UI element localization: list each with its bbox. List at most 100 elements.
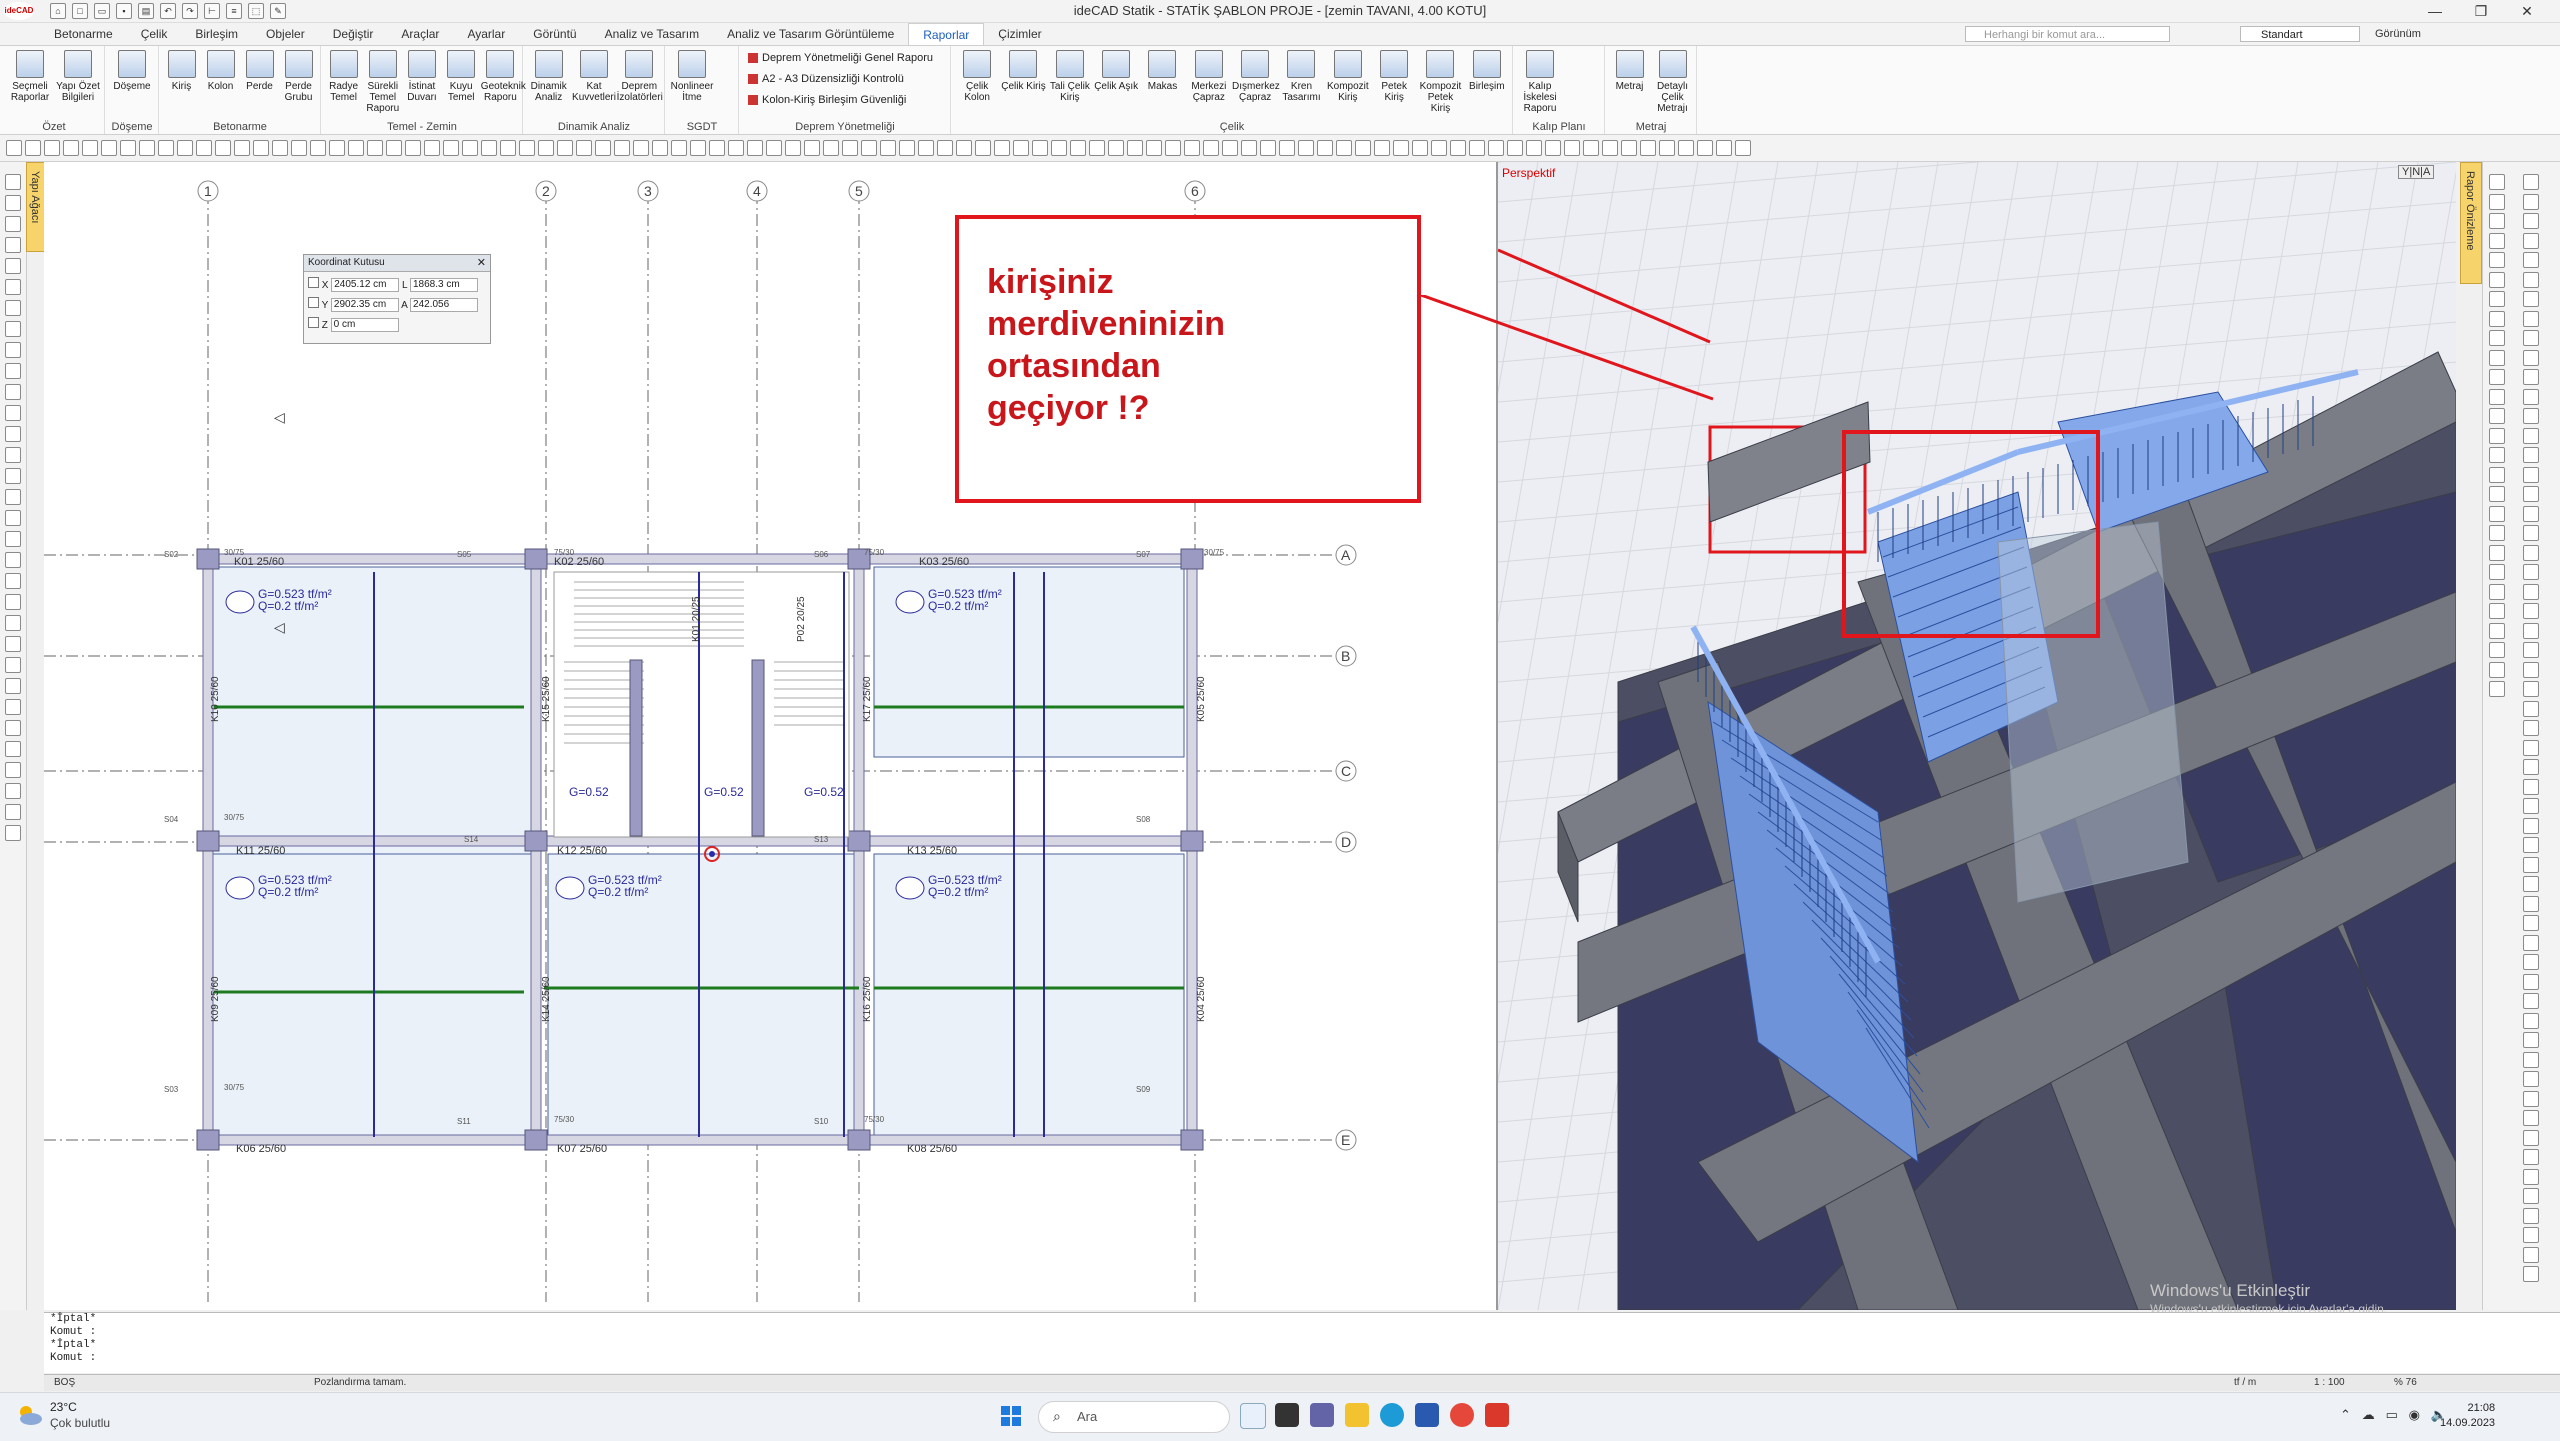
drawing-tool-icon[interactable] [652,140,668,156]
left-tool-icon[interactable] [5,678,21,694]
ribbon-button-9-1[interactable]: Detaylı Çelik Metrajı [1651,50,1694,114]
right-tool-icon[interactable] [2523,1246,2539,1263]
weather-temperature[interactable]: 23°C [50,1400,77,1414]
coord-x-field[interactable]: 2405.12 cm [331,278,400,293]
ribbon-button-7-11[interactable]: Birleşim [1464,50,1510,92]
left-tool-icon[interactable] [5,216,21,232]
right-tool-icon[interactable] [2523,973,2539,990]
left-tool-icon[interactable] [5,825,21,841]
right-tool-icon[interactable] [2489,505,2505,522]
drawing-tool-icon[interactable] [1621,140,1637,156]
drawing-tool-icon[interactable] [1089,140,1105,156]
right-tool-icon[interactable] [2523,798,2539,814]
right-tool-icon[interactable] [2489,583,2505,600]
right-tool-icon[interactable] [2489,291,2505,307]
left-tool-icon[interactable] [5,279,21,295]
right-tool-icon[interactable] [2523,310,2539,327]
right-tool-icon[interactable] [2523,1071,2539,1087]
drawing-tool-icon[interactable] [1013,140,1029,156]
ribbon-button-8-0[interactable]: Kalıp İskelesi Raporu [1516,50,1564,114]
chat-app-icon[interactable] [1240,1403,1266,1429]
right-tool-icon[interactable] [2489,622,2505,639]
clock[interactable]: 21:08 14.09.2023 [2440,1401,2495,1431]
ribbon-button-7-0[interactable]: Çelik Kolon [954,50,1000,103]
drawing-tool-icon[interactable] [500,140,516,156]
close-button[interactable]: ✕ [2504,0,2550,22]
drawing-tool-icon[interactable] [139,140,155,156]
drawing-tool-icon[interactable] [120,140,136,156]
right-tool-icon[interactable] [2489,661,2505,678]
right-tool-icon[interactable] [2523,1051,2539,1068]
tab-0[interactable]: Betonarme [40,23,127,45]
drawing-tool-icon[interactable] [1146,140,1162,156]
right-tool-icon[interactable] [2489,193,2505,210]
drawing-tool-icon[interactable] [177,140,193,156]
right-tool-icon[interactable] [2523,700,2539,717]
tab-10[interactable]: Raporlar [908,23,985,45]
right-tool-icon[interactable] [2523,1032,2539,1048]
right-tool-icon[interactable] [2523,291,2539,307]
drawing-tool-icon[interactable] [1507,140,1523,156]
status-zoom[interactable]: % 76 [2394,1377,2417,1388]
drawing-tool-icon[interactable] [424,140,440,156]
right-tool-icon[interactable] [2523,1149,2539,1165]
ribbon-button-9-0[interactable]: Metraj [1608,50,1651,92]
drawing-tool-icon[interactable] [405,140,421,156]
command-line[interactable]: *İptal* Komut : *İptal* Komut : [44,1312,2560,1373]
ribbon-button-3-0[interactable]: Radye Temel [324,50,363,103]
drawing-tool-icon[interactable] [766,140,782,156]
drawing-tool-icon[interactable] [25,140,41,156]
drawing-tool-icon[interactable] [1241,140,1257,156]
right-tool-icon[interactable] [2489,681,2505,697]
drawing-tool-icon[interactable] [1298,140,1314,156]
right-tool-icon[interactable] [2523,993,2539,1009]
drawing-tool-icon[interactable] [1412,140,1428,156]
drawing-tool-icon[interactable] [538,140,554,156]
system-tray[interactable]: ⌃ ☁ ▭ ◉ 🔈 [2340,1407,2447,1423]
lock-z-checkbox[interactable] [308,317,319,328]
drawing-tool-icon[interactable] [671,140,687,156]
right-tool-icon[interactable] [2489,349,2505,366]
ribbon-button-1-0[interactable]: Döşeme [108,50,156,92]
drawing-tool-icon[interactable] [1431,140,1447,156]
tab-1[interactable]: Çelik [127,23,182,45]
weather-icon[interactable] [14,1401,44,1429]
right-tool-icon[interactable] [2523,505,2539,522]
left-tool-icon[interactable] [5,237,21,253]
right-tool-icon[interactable] [2523,583,2539,600]
drawing-tool-icon[interactable] [937,140,953,156]
drawing-tool-icon[interactable] [1564,140,1580,156]
right-tool-icon[interactable] [2523,661,2539,678]
right-tool-icon[interactable] [2523,388,2539,405]
right-tool-icon[interactable] [2523,778,2539,795]
left-tool-icon[interactable] [5,384,21,400]
drawing-tool-icon[interactable] [823,140,839,156]
right-tool-icon[interactable] [2523,1110,2539,1126]
drawing-tool-icon[interactable] [1526,140,1542,156]
right-tool-icon[interactable] [2523,369,2539,385]
right-tool-icon[interactable] [2523,349,2539,366]
drawing-tool-icon[interactable] [899,140,915,156]
right-tool-icon[interactable] [2489,642,2505,658]
right-tool-icon[interactable] [2489,252,2505,268]
drawing-tool-icon[interactable] [728,140,744,156]
drawing-tool-icon[interactable] [1165,140,1181,156]
ribbon-button-7-5[interactable]: Merkezi Çapraz [1186,50,1232,103]
drawing-tool-icon[interactable] [747,140,763,156]
ribbon-button-2-2[interactable]: Perde [240,50,279,92]
right-tool-icon[interactable] [2523,1266,2539,1282]
right-tool-icon[interactable] [2489,525,2505,541]
left-tool-icon[interactable] [5,636,21,652]
left-tool-icon[interactable] [5,720,21,736]
right-tool-icon[interactable] [2523,934,2539,951]
right-tool-icon[interactable] [2523,1012,2539,1029]
right-tool-icon[interactable] [2523,895,2539,912]
drawing-tool-icon[interactable] [1184,140,1200,156]
drawing-tool-icon[interactable] [1602,140,1618,156]
status-unit[interactable]: tf / m [2234,1377,2256,1388]
ribbon-button-7-4[interactable]: Makas [1139,50,1185,92]
right-tool-icon[interactable] [2489,544,2505,561]
right-tool-icon[interactable] [2523,213,2539,229]
drawing-tool-icon[interactable] [272,140,288,156]
weather-condition[interactable]: Çok bulutlu [50,1416,110,1430]
